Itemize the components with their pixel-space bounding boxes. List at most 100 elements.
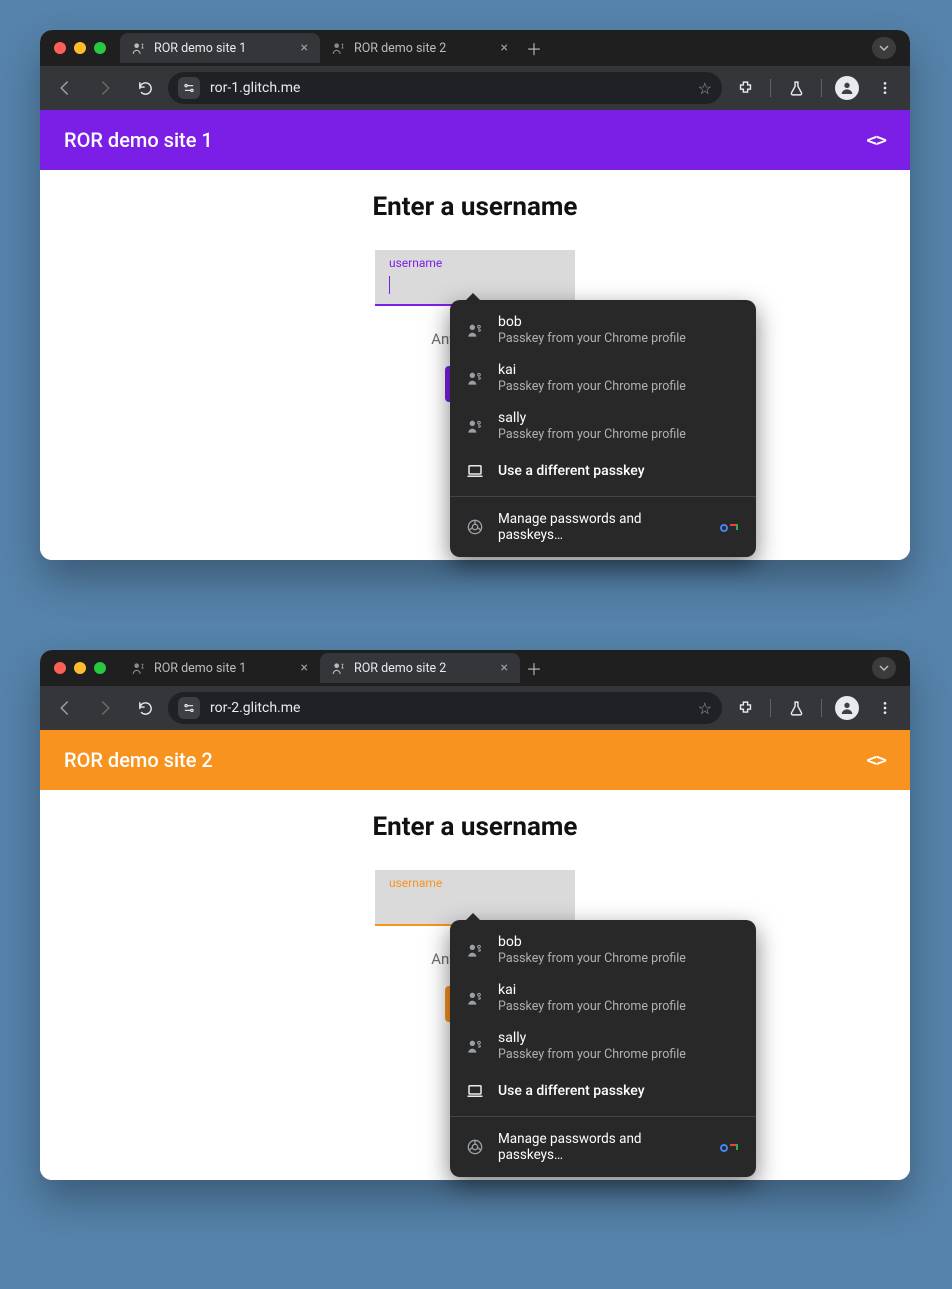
tab-ror-demo-site-1[interactable]: ROR demo site 1 × bbox=[120, 33, 320, 63]
use-different-passkey-button[interactable]: Use a different passkey bbox=[450, 1070, 756, 1112]
google-key-icon bbox=[720, 1140, 740, 1154]
tab-title: ROR demo site 2 bbox=[354, 661, 446, 676]
passkey-source: Passkey from your Chrome profile bbox=[498, 999, 686, 1014]
labs-button[interactable] bbox=[779, 71, 813, 105]
window-titlebar: ROR demo site 1 × ROR demo site 2 × ＋ bbox=[40, 650, 910, 686]
window-controls bbox=[48, 662, 114, 674]
forward-button[interactable] bbox=[88, 691, 122, 725]
passkey-autofill-popup: bob Passkey from your Chrome profile kai… bbox=[450, 300, 756, 557]
window-controls bbox=[48, 42, 114, 54]
back-button[interactable] bbox=[48, 71, 82, 105]
manage-passwords-button[interactable]: Manage passwords and passkeys… bbox=[450, 1117, 756, 1177]
reload-button[interactable] bbox=[128, 71, 162, 105]
site-info-icon[interactable] bbox=[178, 697, 200, 719]
reload-button[interactable] bbox=[128, 691, 162, 725]
manage-passwords-button[interactable]: Manage passwords and passkeys… bbox=[450, 497, 756, 557]
passkey-source: Passkey from your Chrome profile bbox=[498, 331, 686, 346]
close-window-button[interactable] bbox=[54, 662, 66, 674]
laptop-icon bbox=[466, 1082, 484, 1100]
favicon-icon bbox=[332, 661, 346, 675]
close-tab-icon[interactable]: × bbox=[301, 40, 308, 56]
address-bar[interactable]: ror-2.glitch.me ☆ bbox=[168, 692, 722, 724]
address-bar[interactable]: ror-1.glitch.me ☆ bbox=[168, 72, 722, 104]
code-icon[interactable]: <> bbox=[866, 130, 886, 151]
profile-button[interactable] bbox=[830, 71, 864, 105]
toolbar-divider bbox=[821, 79, 822, 97]
favicon-icon bbox=[132, 661, 146, 675]
passkey-option-kai[interactable]: kai Passkey from your Chrome profile bbox=[450, 354, 756, 402]
maximize-window-button[interactable] bbox=[94, 42, 106, 54]
passkey-icon bbox=[466, 417, 484, 435]
passkey-icon bbox=[466, 989, 484, 1007]
forward-button[interactable] bbox=[88, 71, 122, 105]
tab-ror-demo-site-1[interactable]: ROR demo site 1 × bbox=[120, 653, 320, 683]
passkey-option-sally[interactable]: sally Passkey from your Chrome profile bbox=[450, 1022, 756, 1070]
chrome-menu-button[interactable] bbox=[868, 71, 902, 105]
profile-button[interactable] bbox=[830, 691, 864, 725]
passkey-option-kai[interactable]: kai Passkey from your Chrome profile bbox=[450, 974, 756, 1022]
close-tab-icon[interactable]: × bbox=[501, 40, 508, 56]
passkey-option-bob[interactable]: bob Passkey from your Chrome profile bbox=[450, 926, 756, 974]
code-icon[interactable]: <> bbox=[866, 750, 886, 771]
minimize-window-button[interactable] bbox=[74, 42, 86, 54]
bookmark-star-icon[interactable]: ☆ bbox=[698, 79, 712, 98]
tab-overflow-button[interactable] bbox=[872, 37, 896, 59]
chrome-icon bbox=[466, 518, 484, 536]
field-label: username bbox=[389, 256, 561, 270]
back-button[interactable] bbox=[48, 691, 82, 725]
extensions-button[interactable] bbox=[728, 691, 762, 725]
tab-overflow-button[interactable] bbox=[872, 657, 896, 679]
page-content: Enter a username username Any usernam bo… bbox=[40, 790, 910, 1180]
close-window-button[interactable] bbox=[54, 42, 66, 54]
app-header: ROR demo site 1 <> bbox=[40, 110, 910, 170]
google-key-icon bbox=[720, 520, 740, 534]
use-different-passkey-button[interactable]: Use a different passkey bbox=[450, 450, 756, 492]
extensions-button[interactable] bbox=[728, 71, 762, 105]
chrome-icon bbox=[466, 1138, 484, 1156]
browser-window-2: ROR demo site 1 × ROR demo site 2 × ＋ bbox=[40, 650, 910, 1180]
labs-button[interactable] bbox=[779, 691, 813, 725]
site-info-icon[interactable] bbox=[178, 77, 200, 99]
toolbar-divider bbox=[770, 79, 771, 97]
page-heading: Enter a username bbox=[40, 812, 910, 842]
tabstrip: ROR demo site 1 × ROR demo site 2 × ＋ bbox=[120, 650, 866, 686]
tab-title: ROR demo site 2 bbox=[354, 41, 446, 56]
new-tab-button[interactable]: ＋ bbox=[520, 36, 548, 60]
passkey-icon bbox=[466, 941, 484, 959]
new-tab-button[interactable]: ＋ bbox=[520, 656, 548, 680]
passkey-name: kai bbox=[498, 982, 686, 998]
maximize-window-button[interactable] bbox=[94, 662, 106, 674]
app-title: ROR demo site 2 bbox=[64, 748, 213, 772]
app-header: ROR demo site 2 <> bbox=[40, 730, 910, 790]
favicon-icon bbox=[132, 41, 146, 55]
passkey-source: Passkey from your Chrome profile bbox=[498, 951, 686, 966]
text-cursor bbox=[389, 276, 390, 294]
use-different-label: Use a different passkey bbox=[498, 1083, 645, 1099]
avatar-icon bbox=[835, 696, 859, 720]
manage-label: Manage passwords and passkeys… bbox=[498, 511, 706, 543]
close-tab-icon[interactable]: × bbox=[501, 660, 508, 676]
browser-toolbar: ror-2.glitch.me ☆ bbox=[40, 686, 910, 730]
laptop-icon bbox=[466, 462, 484, 480]
favicon-icon bbox=[332, 41, 346, 55]
minimize-window-button[interactable] bbox=[74, 662, 86, 674]
bookmark-star-icon[interactable]: ☆ bbox=[698, 699, 712, 718]
manage-label: Manage passwords and passkeys… bbox=[498, 1131, 706, 1163]
url-text: ror-2.glitch.me bbox=[210, 700, 688, 716]
tab-ror-demo-site-2[interactable]: ROR demo site 2 × bbox=[320, 653, 520, 683]
tab-ror-demo-site-2[interactable]: ROR demo site 2 × bbox=[320, 33, 520, 63]
page-heading: Enter a username bbox=[40, 192, 910, 222]
close-tab-icon[interactable]: × bbox=[301, 660, 308, 676]
passkey-option-bob[interactable]: bob Passkey from your Chrome profile bbox=[450, 306, 756, 354]
toolbar-divider bbox=[770, 699, 771, 717]
passkey-name: sally bbox=[498, 1030, 686, 1046]
chrome-menu-button[interactable] bbox=[868, 691, 902, 725]
tab-title: ROR demo site 1 bbox=[154, 661, 246, 676]
passkey-option-sally[interactable]: sally Passkey from your Chrome profile bbox=[450, 402, 756, 450]
browser-window-1: ROR demo site 1 × ROR demo site 2 × ＋ bbox=[40, 30, 910, 560]
page-content: Enter a username username Any usernam bo… bbox=[40, 170, 910, 560]
passkey-source: Passkey from your Chrome profile bbox=[498, 427, 686, 442]
tabstrip: ROR demo site 1 × ROR demo site 2 × ＋ bbox=[120, 30, 866, 66]
passkey-name: kai bbox=[498, 362, 686, 378]
toolbar-divider bbox=[821, 699, 822, 717]
